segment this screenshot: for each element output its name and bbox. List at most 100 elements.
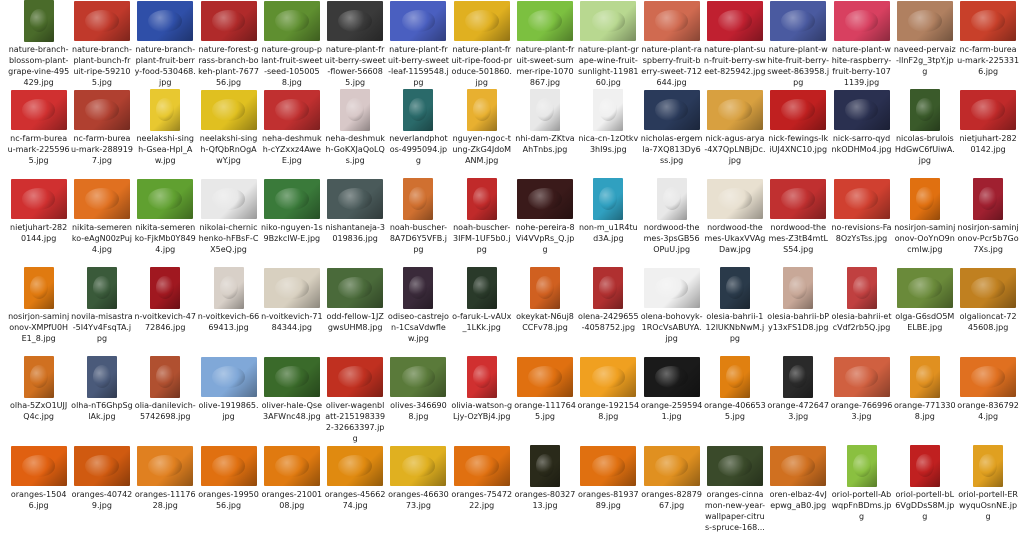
file-item[interactable]: orange-7669963.jpg <box>830 356 893 445</box>
image-thumbnail[interactable] <box>846 445 877 487</box>
image-thumbnail[interactable] <box>643 446 700 486</box>
image-thumbnail[interactable] <box>833 357 890 397</box>
file-item[interactable]: nature-branch-plant-bunch-fruit-ripe-592… <box>70 0 133 89</box>
image-thumbnail[interactable] <box>783 267 814 309</box>
file-item[interactable]: nosirjon-saminjonov-Pcr5b7Go7Xs.jpg <box>956 178 1019 267</box>
file-item[interactable]: olgalioncat-7245608.jpg <box>956 267 1019 356</box>
file-item[interactable]: orange-1921548.jpg <box>577 356 640 445</box>
image-thumbnail[interactable] <box>86 356 117 398</box>
file-item[interactable]: nosirjon-saminjonov-OoYnO9ncmIw.jpg <box>893 178 956 267</box>
file-item[interactable]: neelakshi-singh-Gsea-HpI_Aw.jpg <box>134 89 197 178</box>
image-thumbnail[interactable] <box>200 90 257 130</box>
file-item[interactable]: okeykat-N6uj8CCFv78.jpg <box>513 267 576 356</box>
file-item[interactable]: nordwood-themes-UkaxVVAgDaw.jpg <box>703 178 766 267</box>
file-item[interactable]: nick-agus-arya-4X7QpLNBjDc.jpg <box>703 89 766 178</box>
image-thumbnail[interactable] <box>643 268 700 308</box>
image-thumbnail[interactable] <box>517 1 574 41</box>
image-thumbnail[interactable] <box>643 1 700 41</box>
image-thumbnail[interactable] <box>73 179 130 219</box>
image-thumbnail[interactable] <box>263 357 320 397</box>
image-thumbnail[interactable] <box>23 0 54 42</box>
image-thumbnail[interactable] <box>200 1 257 41</box>
file-item[interactable]: oranges-cinnamon-new-year-wallpaper-citr… <box>703 445 766 534</box>
image-thumbnail[interactable] <box>783 356 814 398</box>
image-thumbnail[interactable] <box>403 178 434 220</box>
file-item[interactable]: oranges-8287967.jpg <box>640 445 703 534</box>
file-item[interactable]: nick-sarro-qydnkODHMo4.jpg <box>830 89 893 178</box>
image-thumbnail[interactable] <box>846 267 877 309</box>
image-thumbnail[interactable] <box>960 90 1017 130</box>
file-item[interactable]: n-voitkevich-6669413.jpg <box>197 267 260 356</box>
image-thumbnail[interactable] <box>453 446 510 486</box>
file-item[interactable]: nature-plant-raspberry-fruit-berry-sweet… <box>640 0 703 89</box>
image-thumbnail[interactable] <box>453 1 510 41</box>
image-thumbnail[interactable] <box>896 1 953 41</box>
file-item[interactable]: oranges-7547222.jpg <box>450 445 513 534</box>
file-item[interactable]: oriol-portell-ERwyquOsnNE.jpg <box>956 445 1019 534</box>
image-thumbnail[interactable] <box>909 89 940 131</box>
file-item[interactable]: nature-group-plant-fruit-sweet-seed-1050… <box>260 0 323 89</box>
image-thumbnail[interactable] <box>833 1 890 41</box>
file-item[interactable]: orange-4726473.jpg <box>767 356 830 445</box>
image-thumbnail[interactable] <box>593 89 624 131</box>
image-thumbnail[interactable] <box>960 357 1017 397</box>
image-thumbnail[interactable] <box>706 446 763 486</box>
image-thumbnail[interactable] <box>466 267 497 309</box>
file-item[interactable]: nature-branch-plant-fruit-berry-food-530… <box>134 0 197 89</box>
file-item[interactable]: oriol-portell-AbwqpFnBDms.jpg <box>830 445 893 534</box>
image-thumbnail[interactable] <box>960 1 1017 41</box>
file-item[interactable]: noah-buscher-8A7D6Y5VFB.jpg <box>387 178 450 267</box>
file-item[interactable]: nguyen-ngoc-tung-ZkG4JdoMANM.jpg <box>450 89 513 178</box>
image-thumbnail[interactable] <box>403 267 434 309</box>
image-thumbnail[interactable] <box>86 267 117 309</box>
image-thumbnail[interactable] <box>327 1 384 41</box>
file-item[interactable]: olive-1919865.jpg <box>197 356 260 445</box>
image-thumbnail[interactable] <box>530 267 561 309</box>
image-thumbnail[interactable] <box>593 267 624 309</box>
image-thumbnail[interactable] <box>517 179 574 219</box>
file-item[interactable]: olesia-bahrii-112lUKNbNwM.jpg <box>703 267 766 356</box>
file-item[interactable]: oranges-8032713.jpg <box>513 445 576 534</box>
file-item[interactable]: olia-danilevich-5742698.jpg <box>134 356 197 445</box>
file-item[interactable]: olena-bohovyk-1ROcVsABUYA.jpg <box>640 267 703 356</box>
file-item[interactable]: nature-plant-fruit-berry-sweet-flower-56… <box>323 0 386 89</box>
file-item[interactable]: orange-4066535.jpg <box>703 356 766 445</box>
file-item[interactable]: nature-plant-sun-fruit-berry-sweet-82594… <box>703 0 766 89</box>
image-thumbnail[interactable] <box>327 446 384 486</box>
file-item[interactable]: nhi-dam-ZKtvaAhTnbs.jpg <box>513 89 576 178</box>
file-item[interactable]: odiseo-castrejon-1CsaVdwflew.jpg <box>387 267 450 356</box>
image-thumbnail[interactable] <box>263 179 320 219</box>
file-item[interactable]: olena-2429655-4058752.jpg <box>577 267 640 356</box>
file-item[interactable]: oren-elbaz-4vJepwg_aB0.jpg <box>767 445 830 534</box>
file-item[interactable]: nature-plant-fruit-ripe-food-produce-501… <box>450 0 513 89</box>
image-thumbnail[interactable] <box>263 90 320 130</box>
file-item[interactable]: olesia-bahrii-bPy13xFS1D8.jpg <box>767 267 830 356</box>
file-item[interactable]: nature-plant-white-raspberry-fruit-berry… <box>830 0 893 89</box>
image-thumbnail[interactable] <box>263 268 320 308</box>
file-item[interactable]: nica-cn-1zOtkv3hI9s.jpg <box>577 89 640 178</box>
image-thumbnail[interactable] <box>150 356 181 398</box>
image-thumbnail[interactable] <box>340 89 371 131</box>
image-thumbnail[interactable] <box>466 356 497 398</box>
image-thumbnail[interactable] <box>719 267 750 309</box>
file-item[interactable]: oranges-407429.jpg <box>70 445 133 534</box>
image-thumbnail[interactable] <box>466 178 497 220</box>
file-item[interactable]: oranges-4566274.jpg <box>323 445 386 534</box>
file-item[interactable]: neha-deshmukh-GoKXJaQoLQs.jpg <box>323 89 386 178</box>
image-thumbnail[interactable] <box>770 446 827 486</box>
file-item[interactable]: nicholas-ergemla-7XQ813Dy6ss.jpg <box>640 89 703 178</box>
image-thumbnail[interactable] <box>390 446 447 486</box>
image-thumbnail[interactable] <box>137 446 194 486</box>
image-thumbnail[interactable] <box>73 446 130 486</box>
image-thumbnail[interactable] <box>263 1 320 41</box>
image-thumbnail[interactable] <box>580 446 637 486</box>
image-thumbnail[interactable] <box>896 268 953 308</box>
image-thumbnail[interactable] <box>403 89 434 131</box>
file-item[interactable]: nordwood-themes-3psGB56OPuU.jpg <box>640 178 703 267</box>
file-item[interactable]: nohe-pereira-8Vi4VVpRs_Q.jpg <box>513 178 576 267</box>
file-item[interactable]: oliver-wagenblatt-2151983392-32663397.jp… <box>323 356 386 445</box>
file-item[interactable]: nature-plant-fruit-berry-sweet-leaf-1159… <box>387 0 450 89</box>
file-item[interactable]: niko-nguyen-1s9BzkcIW-E.jpg <box>260 178 323 267</box>
file-item[interactable]: nick-fewings-IkiUJ4XNC10.jpg <box>767 89 830 178</box>
image-thumbnail[interactable] <box>390 1 447 41</box>
